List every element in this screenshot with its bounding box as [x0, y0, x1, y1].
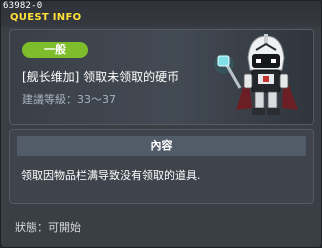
content-header: 內容 [17, 136, 306, 156]
quest-name: [舰长维加] 领取未领取的硬币 [22, 70, 180, 84]
quest-status: 狀態：可開始 [15, 221, 81, 234]
recommended-level: 建議等級：33～37 [22, 93, 116, 106]
quest-summary-card: 一般 [舰长维加] 领取未领取的硬币 建議等級：33～37 [9, 29, 314, 125]
category-badge: 一般 [22, 42, 88, 58]
title-bar[interactable]: 63982-0 QUEST INFO [1, 1, 321, 27]
window-title: QUEST INFO [10, 12, 82, 23]
content-description: 领取因物品栏满导致没有领取的道具. [21, 169, 201, 182]
npc-robot-icon [214, 34, 298, 115]
content-panel: 內容 领取因物品栏满导致没有领取的道具. [9, 129, 314, 204]
quest-info-window: 63982-0 QUEST INFO 一般 [舰长维加] 领取未领取的硬币 建議… [0, 0, 322, 248]
